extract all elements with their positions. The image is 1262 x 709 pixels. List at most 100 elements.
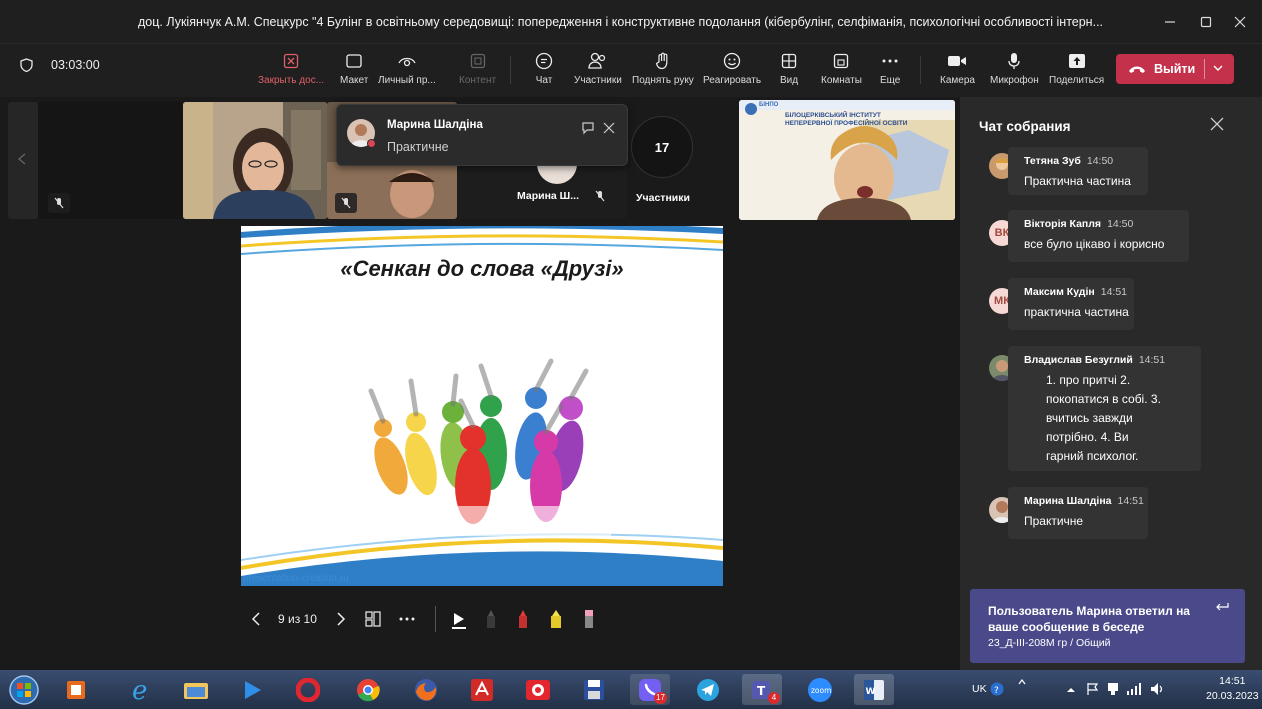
chevron-right-icon[interactable] — [335, 611, 347, 627]
chat-message[interactable]: Владислав Безуглий 14:51 1. про притчі 2.… — [1008, 346, 1201, 471]
private-view-button[interactable]: Личный пр... — [378, 50, 436, 92]
taskbar-chrome-icon[interactable] — [348, 674, 388, 705]
taskbar-acrobat-icon[interactable] — [462, 674, 502, 705]
reaction-toast[interactable]: Марина Шалдіна Практичне — [336, 104, 628, 166]
mic-off-icon — [48, 193, 70, 213]
taskbar-save-icon[interactable] — [574, 674, 614, 705]
taskbar-app-office-icon[interactable] — [56, 674, 96, 705]
device-icon[interactable] — [1106, 681, 1120, 697]
stop-sharing-button[interactable]: Закрыть дос... — [258, 50, 324, 92]
grid-icon — [781, 50, 797, 72]
participants-button[interactable]: Участники — [574, 50, 622, 92]
taskbar-opera-icon[interactable] — [288, 674, 328, 705]
taskbar-screen-recorder-icon[interactable] — [518, 674, 558, 705]
window-title: доц. Лукіянчук А.М. Спецкурс "4 Булінг в… — [138, 15, 1104, 29]
microphone-button[interactable]: Микрофон — [990, 50, 1039, 92]
participant-video — [183, 102, 327, 219]
close-icon[interactable] — [1210, 117, 1224, 131]
eraser-icon[interactable] — [582, 608, 596, 630]
tray-expand-icon[interactable] — [1018, 678, 1026, 688]
chat-message[interactable]: Вікторія Капля 14:50 все було цікаво і ко… — [1008, 210, 1189, 262]
participants-count[interactable]: 17 — [631, 116, 693, 178]
content-button[interactable]: Контент — [459, 50, 496, 92]
smiley-icon — [723, 50, 741, 72]
taskbar-ie-icon[interactable]: e — [122, 674, 162, 705]
chat-icon — [535, 50, 553, 72]
view-button[interactable]: Вид — [780, 50, 798, 92]
status-busy-icon — [367, 139, 376, 148]
chat-message[interactable]: Тетяна Зуб 14:50 Практична частина — [1008, 147, 1148, 195]
pointer-icon[interactable] — [451, 609, 466, 629]
viber-badge: 17 — [654, 692, 667, 704]
message-time: 14:50 — [1086, 155, 1114, 167]
more-button[interactable]: Еще — [880, 50, 900, 92]
react-button[interactable]: Реагировать — [703, 50, 761, 92]
toast-message: Практичне — [387, 140, 449, 154]
message-text: 1. про притчі 2. — [1046, 373, 1131, 387]
content-icon — [470, 50, 486, 72]
highlighter-icon[interactable] — [548, 608, 564, 630]
tray-arrow-icon[interactable] — [1066, 686, 1076, 694]
language-indicator[interactable]: UK — [972, 683, 987, 695]
taskbar-explorer-icon[interactable] — [176, 674, 216, 705]
layout-icon — [346, 50, 362, 72]
reply-chat-icon[interactable] — [581, 121, 595, 135]
participant-name: Марина Ш... — [517, 190, 579, 202]
pen-black-icon[interactable] — [484, 608, 498, 630]
start-button[interactable] — [4, 674, 44, 705]
raise-hand-button[interactable]: Поднять руку — [632, 50, 694, 92]
volume-icon[interactable] — [1150, 682, 1166, 696]
message-time: 14:50 — [1107, 218, 1134, 230]
close-icon[interactable] — [603, 122, 615, 134]
taskbar-firefox-icon[interactable] — [406, 674, 446, 705]
taskbar-media-player-icon[interactable] — [232, 674, 272, 705]
participants-label: Участники — [636, 192, 690, 204]
scroll-left-button[interactable] — [8, 102, 38, 219]
chat-header: Чат собрания — [979, 119, 1071, 134]
flag-icon[interactable] — [1086, 682, 1100, 696]
layout-button[interactable]: Макет — [340, 50, 368, 92]
video-tile-participant-1[interactable] — [38, 102, 183, 219]
people-icon — [588, 50, 608, 72]
taskbar-zoom-icon[interactable]: zoom — [800, 674, 840, 705]
taskbar-teams-icon[interactable]: T 4 — [742, 674, 782, 705]
pen-red-icon[interactable] — [516, 608, 530, 630]
clock-time: 14:51 — [1219, 675, 1246, 687]
reply-arrow-icon — [1216, 603, 1229, 611]
title-bar: доц. Лукіянчук А.М. Спецкурс "4 Булінг в… — [0, 0, 1262, 44]
video-tile-presenter[interactable]: БІНПО БІЛОЦЕРКІВСЬКИЙ ІНСТИТУТ НЕПЕРЕРВН… — [739, 100, 955, 220]
taskbar-telegram-icon[interactable] — [688, 674, 728, 705]
slide-grid-icon[interactable] — [365, 611, 381, 627]
taskbar-viber-icon[interactable]: 17 — [630, 674, 670, 705]
maximize-button[interactable] — [1188, 0, 1224, 44]
breakout-rooms-button[interactable]: Комнаты — [821, 50, 862, 92]
chevron-down-icon[interactable] — [1212, 62, 1224, 74]
chat-message[interactable]: Марина Шалдіна 14:51 Практичне — [1008, 487, 1148, 539]
camera-button[interactable]: Камера — [940, 50, 975, 92]
chevron-left-icon[interactable] — [250, 611, 262, 627]
system-clock[interactable]: 14:51 20.03.2023 — [1206, 674, 1259, 704]
chat-button[interactable]: Чат — [535, 50, 553, 92]
close-box-icon — [283, 50, 299, 72]
taskbar-word-icon[interactable]: W — [854, 674, 894, 705]
rooms-icon — [833, 50, 849, 72]
video-tile-participant-2[interactable] — [183, 102, 327, 219]
banner-logo: БІНПО — [759, 102, 779, 108]
minimize-button[interactable] — [1152, 0, 1188, 44]
message-time: 14:51 — [1117, 495, 1144, 507]
message-text: покопатися в собі. 3. — [1046, 392, 1161, 406]
close-window-button[interactable] — [1222, 0, 1258, 44]
share-button[interactable]: Поделиться — [1049, 50, 1104, 92]
leave-button[interactable]: Выйти — [1116, 54, 1234, 84]
more-icon[interactable] — [399, 616, 415, 622]
message-author: Марина Шалдіна — [1024, 495, 1112, 507]
chat-message[interactable]: Максим Кудін 14:51 практична частина — [1008, 278, 1134, 330]
help-icon[interactable]: ? — [990, 682, 1004, 696]
banner-title: БІЛОЦЕРКІВСЬКИЙ ІНСТИТУТ НЕПЕРЕРВНОЇ ПРО… — [785, 112, 908, 127]
notification-text: Пользователь Марина ответил на ваше сооб… — [988, 604, 1190, 634]
message-text: гарний психолог. — [1046, 449, 1139, 463]
reply-notification[interactable]: Пользователь Марина ответил на ваше сооб… — [970, 589, 1245, 663]
signal-icon[interactable] — [1126, 683, 1142, 695]
toolbar-divider — [510, 56, 511, 84]
notification-channel: 23_Д-ІІІ-208М гр / Общий — [988, 637, 1111, 649]
